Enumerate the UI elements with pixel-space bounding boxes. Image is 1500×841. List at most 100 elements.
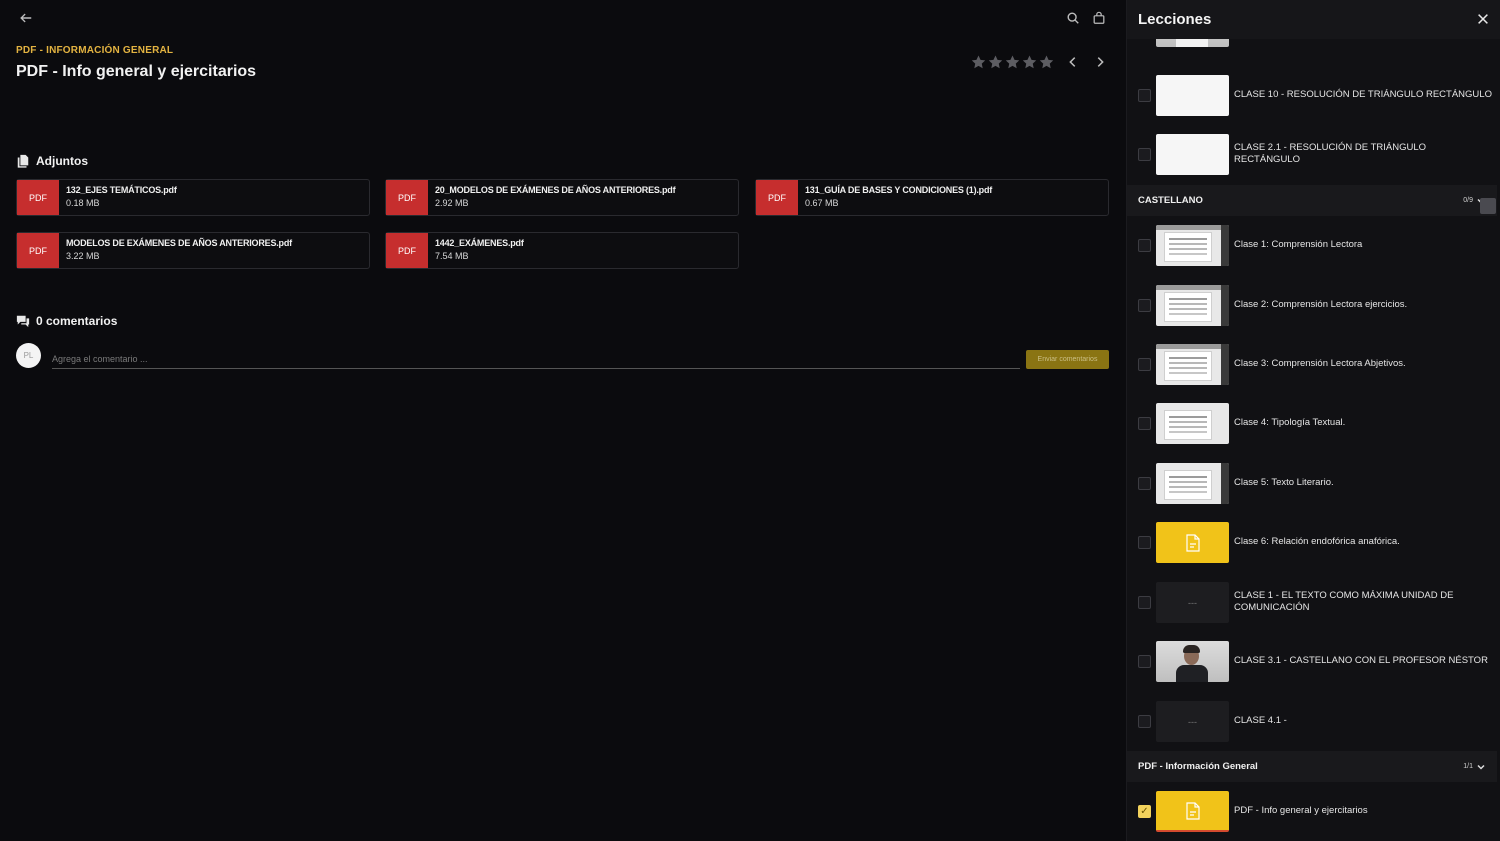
chevron-right-icon[interactable] [1090, 52, 1110, 72]
file-size: 3.22 MB [66, 251, 100, 261]
file-name: MODELOS DE EXÁMENES DE AÑOS ANTERIORES.p… [66, 238, 292, 248]
lesson-title: Clase 2: Comprensión Lectora ejercicios. [1234, 299, 1408, 310]
lesson-item[interactable]: Clase 2: Comprensión Lectora ejercicios. [1127, 275, 1497, 335]
file-size: 0.67 MB [805, 198, 839, 208]
attachment-file[interactable]: PDF 20_MODELOS DE EXÁMENES DE AÑOS ANTER… [385, 179, 739, 216]
lessons-sidebar: Lecciones CLASE 10 - RESOLUCIÓN DE TRIÁN… [1126, 0, 1500, 841]
comments-icon [16, 315, 30, 328]
pdf-badge: PDF [386, 180, 428, 215]
lesson-checkbox[interactable] [1138, 715, 1151, 728]
lesson-checkbox[interactable] [1138, 299, 1151, 312]
group-title: CASTELLANO [1138, 195, 1203, 206]
lesson-checkbox[interactable] [1138, 148, 1151, 161]
pdf-badge: PDF [756, 180, 798, 215]
comment-input[interactable] [52, 349, 1020, 369]
lesson-title: Clase 5: Texto Literario. [1234, 477, 1334, 488]
lesson-checkbox[interactable] [1138, 89, 1151, 102]
group-progress: 1/1 [1463, 763, 1473, 770]
lesson-title: Clase 4: Tipología Textual. [1234, 417, 1346, 428]
file-size: 2.92 MB [435, 198, 469, 208]
lesson-title: CLASE 10 - RESOLUCIÓN DE TRIÁNGULO RECTÁ… [1234, 89, 1492, 100]
lesson-checkbox[interactable] [1138, 239, 1151, 252]
file-size: 0.18 MB [66, 198, 100, 208]
lesson-item[interactable]: CLASE 2.1 - RESOLUCIÓN DE TRIÁNGULO RECT… [1127, 124, 1497, 184]
group-title: PDF - Información General [1138, 761, 1258, 772]
lesson-checkbox[interactable] [1138, 536, 1151, 549]
star-icon[interactable] [988, 55, 1003, 69]
group-progress: 0/9 [1463, 197, 1473, 204]
lesson-item[interactable]: Clase 6: Relación endofórica anafórica. [1127, 512, 1497, 572]
lesson-thumbnail [1156, 641, 1229, 682]
scrollbar-thumb[interactable] [1480, 198, 1496, 214]
lesson-title: Clase 1: Comprensión Lectora [1234, 239, 1363, 250]
lesson-item[interactable]: Clase 4: Tipología Textual. [1127, 393, 1497, 453]
lesson-title: CLASE 3.1 - CASTELLANO CON EL PROFESOR N… [1234, 655, 1488, 666]
lesson-item[interactable]: CLASE 10 - RESOLUCIÓN DE TRIÁNGULO RECTÁ… [1127, 65, 1497, 125]
lesson-item-active[interactable]: ✓ PDF - Info general y ejercitarios [1127, 781, 1497, 841]
attachments-label: Adjuntos [36, 154, 88, 168]
lesson-thumbnail [1156, 225, 1229, 266]
lesson-title: Clase 6: Relación endofórica anafórica. [1234, 536, 1400, 547]
shopping-bag-icon[interactable] [1089, 8, 1109, 28]
file-name: 1442_EXÁMENES.pdf [435, 238, 524, 248]
attachment-file[interactable]: PDF 131_GUÍA DE BASES Y CONDICIONES (1).… [755, 179, 1109, 216]
lesson-thumbnail [1156, 463, 1229, 504]
lesson-title: CLASE 1 - EL TEXTO COMO MÁXIMA UNIDAD DE… [1234, 590, 1454, 613]
breadcrumb: PDF - INFORMACIÓN GENERAL [16, 45, 174, 56]
attachment-file[interactable]: PDF 132_EJES TEMÁTICOS.pdf 0.18 MB [16, 179, 370, 216]
document-icon [1185, 801, 1200, 820]
document-icon [1185, 533, 1200, 552]
page-title: PDF - Info general y ejercitarios [16, 63, 257, 80]
lesson-title: PDF - Info general y ejercitarios [1234, 805, 1368, 816]
lesson-item[interactable]: --- CLASE 1 - EL TEXTO COMO MÁXIMA UNIDA… [1127, 572, 1497, 632]
attachment-file[interactable]: PDF 1442_EXÁMENES.pdf 7.54 MB [385, 232, 739, 269]
star-icon[interactable] [971, 55, 986, 69]
search-icon[interactable] [1063, 8, 1083, 28]
lesson-checkbox[interactable] [1138, 477, 1151, 490]
lesson-thumbnail [1156, 791, 1229, 832]
lesson-checkbox[interactable] [1138, 358, 1151, 371]
files-icon [17, 154, 29, 168]
chevron-left-icon[interactable] [1063, 52, 1083, 72]
lesson-item[interactable]: Clase 5: Texto Literario. [1127, 453, 1497, 513]
file-name: 132_EJES TEMÁTICOS.pdf [66, 185, 177, 195]
lesson-thumbnail [1156, 75, 1229, 116]
main-content: PDF - INFORMACIÓN GENERAL PDF - Info gen… [0, 0, 1126, 841]
send-comment-button[interactable]: Enviar comentarios [1026, 350, 1109, 369]
lesson-title: CLASE 4.1 - [1234, 715, 1287, 726]
lesson-item[interactable]: Clase 3: Comprensión Lectora Abjetivos. [1127, 334, 1497, 394]
lesson-thumbnail [1156, 344, 1229, 385]
lesson-thumbnail: --- [1156, 701, 1229, 742]
star-icon[interactable] [1039, 55, 1054, 69]
lesson-thumbnail: --- [1156, 582, 1229, 623]
pdf-badge: PDF [17, 233, 59, 268]
file-size: 7.54 MB [435, 251, 469, 261]
back-arrow-icon[interactable] [16, 8, 36, 28]
lesson-item[interactable]: CLASE 3.1 - CASTELLANO CON EL PROFESOR N… [1127, 631, 1497, 691]
lesson-title: Clase 3: Comprensión Lectora Abjetivos. [1234, 358, 1406, 369]
lesson-group-header[interactable]: PDF - Información General 1/1 [1127, 751, 1497, 782]
lesson-group-header[interactable]: CASTELLANO 0/9 [1127, 185, 1497, 216]
star-icon[interactable] [1022, 55, 1037, 69]
comments-count: 0 comentarios [36, 314, 118, 328]
lesson-thumbnail [1156, 522, 1229, 563]
lesson-item[interactable]: --- CLASE 4.1 - [1127, 691, 1497, 751]
lesson-checkbox[interactable] [1138, 655, 1151, 668]
pdf-badge: PDF [386, 233, 428, 268]
lesson-checkbox-checked[interactable]: ✓ [1138, 805, 1151, 818]
lesson-item[interactable]: Clase 1: Comprensión Lectora [1127, 215, 1497, 275]
close-icon[interactable] [1473, 9, 1493, 29]
lesson-checkbox[interactable] [1138, 596, 1151, 609]
lesson-title: CLASE 2.1 - RESOLUCIÓN DE TRIÁNGULO RECT… [1234, 142, 1426, 165]
lesson-thumbnail [1156, 285, 1229, 326]
app-window: PDF - INFORMACIÓN GENERAL PDF - Info gen… [0, 0, 1500, 841]
lesson-thumbnail [1156, 134, 1229, 175]
attachment-file[interactable]: PDF MODELOS DE EXÁMENES DE AÑOS ANTERIOR… [16, 232, 370, 269]
chevron-down-icon[interactable] [1476, 762, 1486, 772]
lesson-checkbox[interactable] [1138, 417, 1151, 430]
file-name: 20_MODELOS DE EXÁMENES DE AÑOS ANTERIORE… [435, 185, 676, 195]
pdf-badge: PDF [17, 180, 59, 215]
star-icon[interactable] [1005, 55, 1020, 69]
star-rating[interactable] [971, 55, 1054, 69]
file-name: 131_GUÍA DE BASES Y CONDICIONES (1).pdf [805, 185, 993, 195]
